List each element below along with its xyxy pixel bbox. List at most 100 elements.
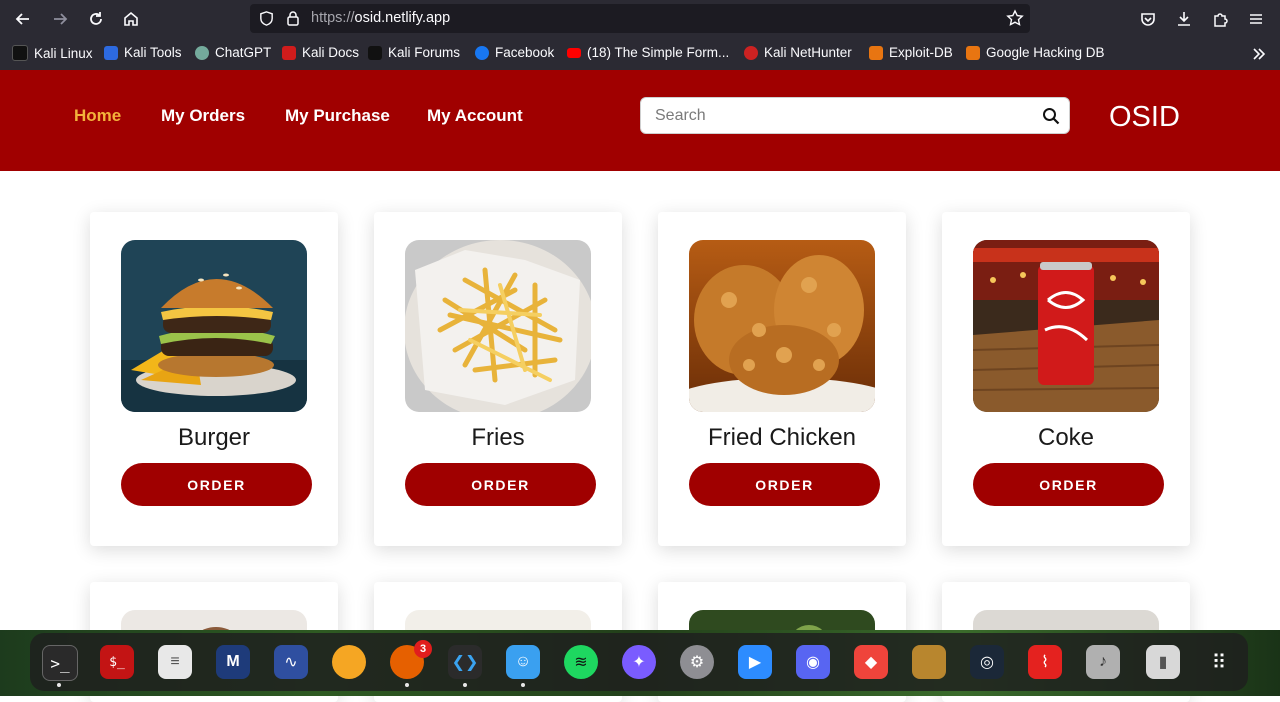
nav-my-purchase[interactable]: My Purchase [285, 106, 390, 126]
back-button[interactable] [10, 6, 36, 32]
site-brand[interactable]: OSID [1109, 101, 1180, 134]
order-button[interactable]: ORDER [405, 463, 596, 506]
search-box[interactable] [640, 97, 1070, 134]
stardew-chicken-icon[interactable] [912, 645, 946, 679]
coke-image [973, 240, 1159, 412]
bookmark-kali-docs[interactable]: Kali Docs [282, 45, 359, 60]
bookmarks-bar: Kali Linux Kali Tools ChatGPT Kali Docs … [0, 37, 1280, 70]
downloads-button[interactable] [1171, 6, 1197, 32]
bookmark-chatgpt[interactable]: ChatGPT [195, 45, 271, 60]
volume-icon[interactable]: ♪ [1086, 645, 1120, 679]
nav-home[interactable]: Home [74, 106, 121, 126]
shield-icon[interactable] [258, 10, 275, 27]
url-host: osid.netlify.app [354, 10, 451, 26]
bookmark-kali-forums[interactable]: Kali Forums [368, 45, 460, 60]
puzzle-icon [1214, 13, 1228, 27]
url-bar[interactable]: https://osid.netlify.app [250, 4, 1030, 33]
bookmark-label: Facebook [495, 45, 555, 60]
app-grid-icon[interactable]: ⠿ [1202, 645, 1236, 679]
wireshark-icon[interactable]: ∿ [274, 645, 308, 679]
bookmark-kali-linux[interactable]: Kali Linux [12, 45, 93, 61]
spotify-icon[interactable]: ≋ [564, 645, 598, 679]
order-button[interactable]: ORDER [121, 463, 312, 506]
ghdb-icon [966, 45, 980, 60]
home-icon [124, 11, 138, 26]
bookmark-kali-nethunter[interactable]: Kali NetHunter [744, 45, 852, 60]
terminal-icon[interactable]: >_ [42, 645, 78, 681]
menu-button[interactable] [1243, 6, 1269, 32]
running-indicator [405, 683, 409, 687]
running-indicator [463, 683, 467, 687]
product-card-coke: Coke ORDER [942, 212, 1190, 546]
product-name: Burger [177, 424, 251, 451]
nav-my-account[interactable]: My Account [427, 106, 523, 126]
bookmark-label: Kali Linux [34, 45, 93, 61]
bookmark-star-icon[interactable] [1006, 9, 1024, 27]
bookmark-label: Kali Tools [124, 45, 182, 60]
pocket-icon [1141, 13, 1155, 26]
dock: >_ $_ ≡ M ∿ ❮❯ ☺ ≋ ✦ ⚙ ▶ ◉ ◆ ◎ ⌇ ♪ ▮ ⠿ [30, 633, 1248, 691]
forward-arrow-icon [54, 13, 68, 25]
steam-icon[interactable]: ◎ [970, 645, 1004, 679]
kali-forums-icon [368, 45, 382, 60]
bookmark-exploit-db[interactable]: Exploit-DB [869, 45, 953, 60]
metasploit-icon[interactable]: M [216, 645, 250, 679]
forward-button[interactable] [47, 6, 73, 32]
bookmark-label: Exploit-DB [889, 45, 953, 60]
browser-toolbar: https://osid.netlify.app [0, 0, 1280, 37]
fries-image [405, 240, 591, 412]
kali-docs-icon [282, 45, 296, 60]
url-scheme: https:// [311, 10, 355, 26]
bookmark-label: Kali NetHunter [764, 45, 852, 60]
bookmark-label: Kali Forums [388, 45, 461, 60]
bookmark-facebook[interactable]: Facebook [475, 45, 554, 60]
product-name: Fries [471, 424, 525, 451]
burger-image [121, 240, 307, 412]
bookmark-label: (18) The Simple Form... [587, 45, 730, 60]
search-input[interactable] [653, 104, 1027, 128]
text-editor-icon[interactable]: ≡ [158, 645, 192, 679]
home-button[interactable] [118, 6, 144, 32]
acrobat-icon[interactable]: ⌇ [1028, 645, 1062, 679]
download-icon [1178, 12, 1190, 26]
facebook-icon [475, 45, 489, 60]
bookmark-youtube[interactable]: (18) The Simple Form... [567, 45, 729, 60]
bookmark-label: Google Hacking DB [986, 45, 1105, 60]
fried-chicken-image [689, 240, 875, 412]
kali-dragon-icon [12, 45, 28, 61]
site-header: Home My Orders My Purchase My Account OS… [0, 70, 1280, 171]
zoom-icon[interactable]: ▶ [738, 645, 772, 679]
url-text[interactable]: https://osid.netlify.app [311, 10, 450, 26]
extensions-button[interactable] [1207, 6, 1233, 32]
exploit-db-icon [869, 45, 883, 60]
trash-icon[interactable]: ▮ [1146, 645, 1180, 679]
orange-icon[interactable] [332, 645, 366, 679]
running-indicator [521, 683, 525, 687]
pocket-button[interactable] [1135, 6, 1161, 32]
chatgpt-icon [195, 45, 209, 60]
running-indicator [57, 683, 61, 687]
product-name: Fried Chicken [707, 424, 857, 451]
settings-gear-icon[interactable]: ⚙ [680, 645, 714, 679]
nav-my-orders[interactable]: My Orders [161, 106, 245, 126]
search-icon[interactable] [1042, 107, 1060, 125]
discord-icon[interactable]: ◉ [796, 645, 830, 679]
vscode-icon[interactable]: ❮❯ [448, 645, 482, 679]
order-button[interactable]: ORDER [689, 463, 880, 506]
bookmark-label: Kali Docs [302, 45, 360, 60]
reload-button[interactable] [83, 6, 109, 32]
bookmark-google-hacking-db[interactable]: Google Hacking DB [966, 45, 1105, 60]
messenger-icon[interactable]: ✦ [622, 645, 656, 679]
order-button[interactable]: ORDER [973, 463, 1164, 506]
anydesk-icon[interactable]: ◆ [854, 645, 888, 679]
root-terminal-icon[interactable]: $_ [100, 645, 134, 679]
youtube-icon [567, 47, 581, 58]
hamburger-menu-icon [1250, 14, 1262, 24]
lock-icon[interactable] [285, 10, 301, 27]
nethunter-icon [744, 45, 758, 60]
reload-icon [90, 12, 102, 25]
bookmark-label: ChatGPT [215, 45, 272, 60]
bookmark-kali-tools[interactable]: Kali Tools [104, 45, 182, 60]
more-bookmarks-chevron-icon[interactable] [1251, 46, 1267, 62]
finder-icon[interactable]: ☺ [506, 645, 540, 679]
